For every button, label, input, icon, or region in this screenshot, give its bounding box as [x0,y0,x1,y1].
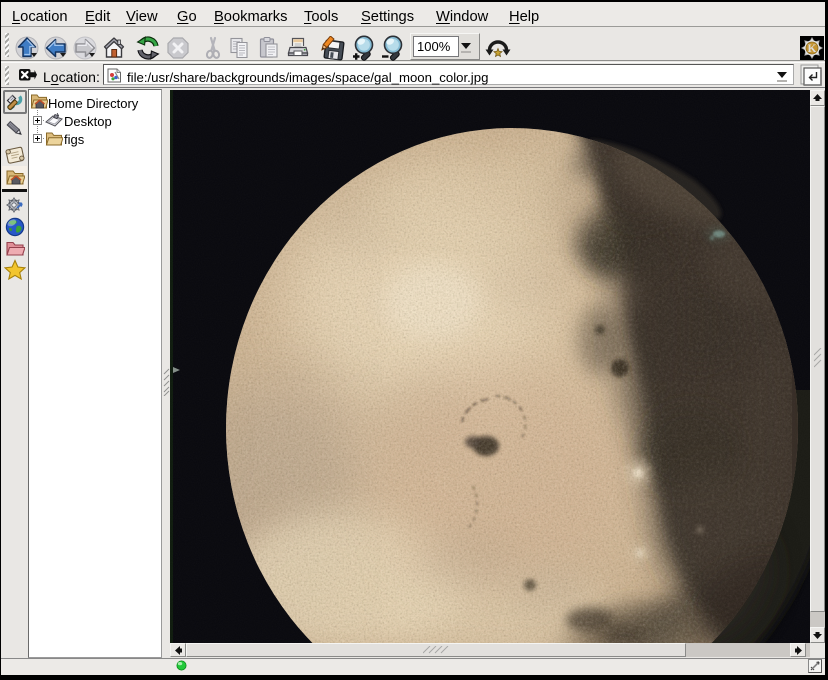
svg-text:K: K [808,43,817,55]
